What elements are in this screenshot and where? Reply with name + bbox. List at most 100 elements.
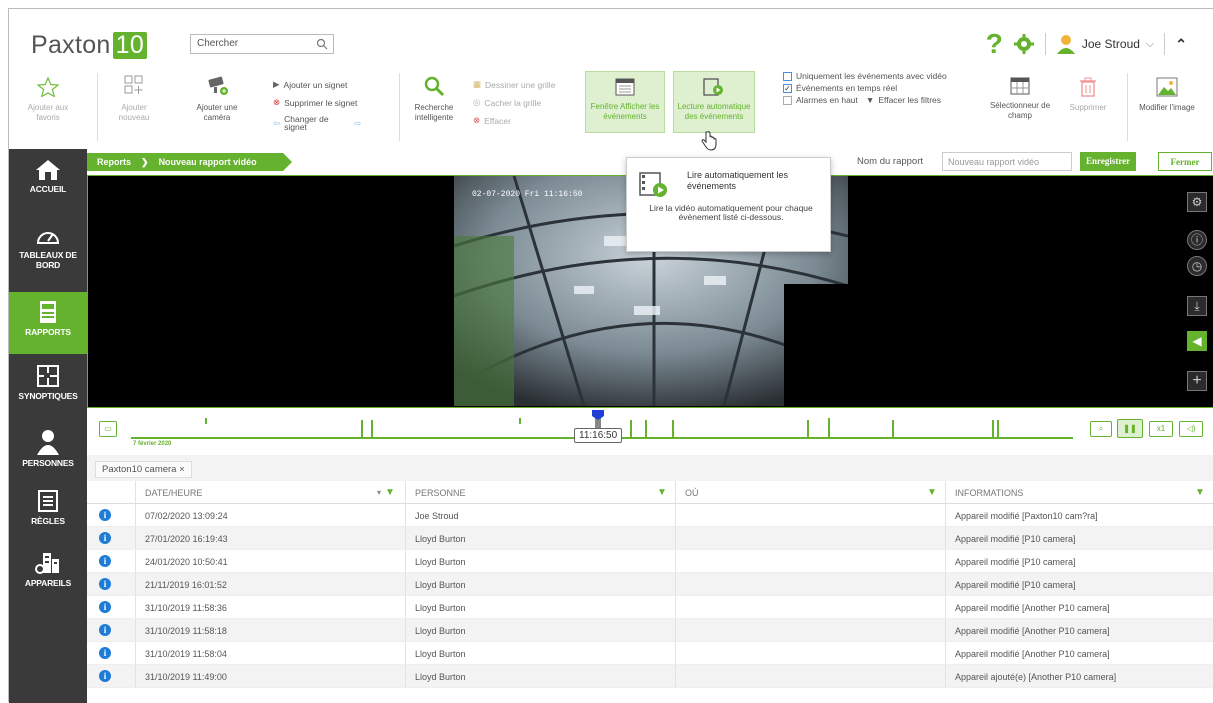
sort-icon[interactable]: ▾ <box>377 488 381 497</box>
column-header-where[interactable]: OÙ <box>685 488 699 498</box>
show-events-window-button[interactable]: Fenêtre Afficher les événements <box>585 71 665 133</box>
sidebar-item-synoptics[interactable]: SYNOPTIQUES <box>9 364 87 401</box>
autoplay-events-button[interactable]: Lecture automatique des événements <box>673 71 755 133</box>
hide-grid-button[interactable]: ◎ Cacher la grille <box>473 97 541 108</box>
close-icon[interactable]: × <box>179 464 185 475</box>
event-marker[interactable] <box>807 420 809 438</box>
info-icon[interactable]: i <box>99 601 111 613</box>
table-row[interactable]: i 07/02/2020 13:09:24 Joe Stroud Appareil m… <box>87 504 1213 527</box>
playhead-marker-icon[interactable] <box>592 410 604 420</box>
add-new-button[interactable]: Ajouter nouveau <box>113 75 155 123</box>
realtime-checkbox[interactable]: ✓ Événements en temps réel <box>783 83 897 93</box>
table-row[interactable]: i 27/01/2020 16:19:43 Lloyd Burton Appareil… <box>87 527 1213 550</box>
user-menu[interactable]: Joe Stroud ⌵ <box>1056 34 1154 54</box>
table-row[interactable]: i 21/11/2019 16:01:52 Lloyd Burton Appareil… <box>87 573 1213 596</box>
table-row[interactable]: i 31/10/2019 11:58:36 Lloyd Burton Appareil… <box>87 596 1213 619</box>
zoom-in-icon[interactable]: + <box>1187 371 1207 391</box>
timeline[interactable]: ▭ 11:16:50 7 février 2020 ⌕ ❚❚ x1 ◁) <box>87 408 1213 454</box>
clock-icon[interactable]: ◷ <box>1187 256 1207 276</box>
search-input[interactable]: Chercher <box>190 34 334 54</box>
download-icon[interactable]: ⤓ <box>1187 296 1207 316</box>
close-button[interactable]: Fermer <box>1158 152 1212 171</box>
video-timestamp-overlay: 02-07-2020 Fri 11:16:50 <box>472 190 583 199</box>
table-row[interactable]: i 31/10/2019 11:49:00 Lloyd Burton Appareil… <box>87 665 1213 688</box>
column-header-person[interactable]: PERSONNE <box>415 488 466 498</box>
event-marker[interactable] <box>371 420 373 438</box>
clear-button[interactable]: ⊗ Effacer <box>473 115 511 126</box>
edit-image-button[interactable]: Modifier l'image <box>1139 77 1195 113</box>
info-icon[interactable]: i <box>99 532 111 544</box>
arrow-left-icon: ⇦ <box>273 117 281 128</box>
camera-settings-icon[interactable]: ⚙ <box>1187 192 1207 212</box>
table-row[interactable]: i 31/10/2019 11:58:04 Lloyd Burton Appareil… <box>87 642 1213 665</box>
speaker-icon[interactable]: ◀ <box>1187 331 1207 351</box>
event-marker[interactable] <box>519 418 521 424</box>
header-actions: ? Joe Stroud ⌵ ⌃ <box>986 27 1213 61</box>
add-bookmark-button[interactable]: ▶ Ajouter un signet <box>273 79 347 90</box>
event-marker[interactable] <box>630 420 632 438</box>
pause-icon[interactable]: ❚❚ <box>1117 419 1143 438</box>
field-selector-button[interactable]: Sélectionneur de champ <box>989 77 1051 121</box>
table-row[interactable]: i 24/01/2020 10:50:41 Lloyd Burton Appareil… <box>87 550 1213 573</box>
clear-filters-button[interactable]: Effacer les filtres <box>878 95 941 105</box>
delete-button[interactable]: Supprimer <box>1063 77 1113 113</box>
cell-person: Lloyd Burton <box>415 626 466 636</box>
delete-bookmark-button[interactable]: ⊗ Supprimer le signet <box>273 97 357 108</box>
sidebar-item-people[interactable]: PERSONNES <box>9 429 87 468</box>
sidebar-item-devices[interactable]: APPAREILS <box>9 551 87 588</box>
add-favorite-button[interactable]: Ajouter aux favoris <box>23 77 73 123</box>
collapse-ribbon-icon[interactable]: ⌃ <box>1175 36 1187 53</box>
add-new-label: Ajouter nouveau <box>118 103 150 122</box>
breadcrumb-root[interactable]: Reports <box>87 157 141 167</box>
sidebar-nav: ACCUEIL TABLEAUX DE BORD RAPPORTS SYNOPT… <box>9 149 87 703</box>
add-camera-button[interactable]: Ajouter une caméra <box>190 75 244 123</box>
info-icon[interactable]: i <box>99 578 111 590</box>
sidebar-item-home[interactable]: ACCUEIL <box>9 159 87 194</box>
alarms-top-checkbox[interactable]: Alarmes en haut ▼ Effacer les filtres <box>783 95 941 105</box>
sidebar-item-rules[interactable]: RÈGLES <box>9 489 87 526</box>
save-button[interactable]: Enregistrer <box>1080 152 1137 171</box>
chevron-down-icon[interactable]: ⌵ <box>1146 38 1154 51</box>
filter-icon[interactable]: ▼ <box>927 487 937 498</box>
event-marker[interactable] <box>828 418 830 438</box>
user-name: Joe Stroud <box>1081 37 1140 51</box>
info-icon[interactable]: i <box>99 509 111 521</box>
only-video-checkbox[interactable]: Uniquement les événements avec vidéo <box>783 71 947 81</box>
column-header-information[interactable]: INFORMATIONS <box>955 488 1023 498</box>
gear-icon[interactable] <box>1013 33 1035 55</box>
info-icon[interactable]: i <box>99 624 111 636</box>
report-name-input[interactable]: Nouveau rapport vidéo <box>942 152 1072 171</box>
info-icon[interactable]: i <box>99 647 111 659</box>
event-marker[interactable] <box>672 420 674 438</box>
filter-icon[interactable]: ▼ <box>385 487 395 498</box>
column-header-datetime[interactable]: DATE/HEURE <box>145 488 202 498</box>
event-marker[interactable] <box>892 420 894 438</box>
chevron-right-icon: ❯ <box>141 156 149 167</box>
info-icon[interactable]: i <box>99 555 111 567</box>
tab-paxton10-camera[interactable]: Paxton10 camera × <box>95 461 192 478</box>
sidebar-item-dashboards[interactable]: TABLEAUX DE BORD <box>9 225 87 270</box>
change-bookmark-button[interactable]: ⇦ Changer de signet ⇨ <box>273 115 361 132</box>
checkbox-checked-icon: ✓ <box>783 83 792 93</box>
event-marker[interactable] <box>997 420 999 438</box>
event-marker[interactable] <box>205 418 207 424</box>
event-marker[interactable] <box>645 420 647 438</box>
volume-icon[interactable]: ◁) <box>1179 421 1203 437</box>
event-marker[interactable] <box>361 420 363 438</box>
timeline-camera-icon[interactable]: ▭ <box>99 421 117 437</box>
sidebar-item-reports[interactable]: RAPPORTS <box>9 292 87 354</box>
table-row[interactable]: i 31/10/2019 11:58:18 Lloyd Burton Appareil… <box>87 619 1213 642</box>
smart-search-button[interactable]: Recherche intelligente <box>407 75 461 123</box>
filter-icon[interactable]: ▼ <box>1195 487 1205 498</box>
info-icon[interactable]: i <box>99 670 111 682</box>
filter-icon[interactable]: ▼ <box>657 487 667 498</box>
breadcrumb: Reports ❯ Nouveau rapport vidéo <box>87 153 292 171</box>
search-icon[interactable] <box>316 38 328 50</box>
zoom-search-icon[interactable]: ⌕ <box>1090 421 1112 437</box>
cell-person: Lloyd Burton <box>415 603 466 613</box>
help-icon[interactable]: ? <box>986 28 1003 60</box>
event-marker[interactable] <box>992 420 994 438</box>
info-icon[interactable]: ⓘ <box>1187 230 1207 250</box>
speed-button[interactable]: x1 <box>1149 421 1173 437</box>
draw-grid-button[interactable]: ▦ Dessiner une grille <box>473 79 555 90</box>
